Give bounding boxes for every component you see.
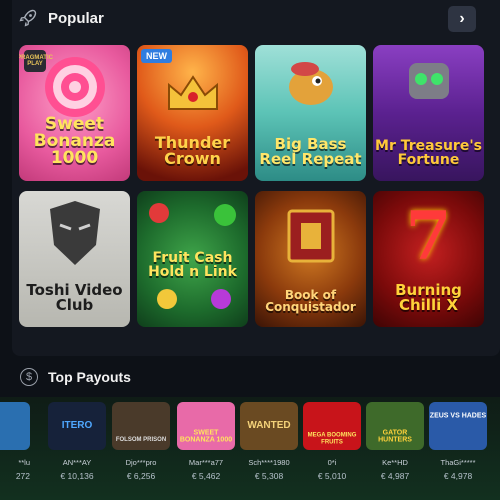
payout-item[interactable]: **lu 272 xyxy=(0,402,30,481)
payout-item[interactable]: SWEET BONANZA 1000 Mar***a77 € 5,462 xyxy=(177,402,235,481)
payout-item[interactable]: ZEUS VS HADES ThaGi***** € 4,978 xyxy=(429,402,487,481)
game-tile-book-of-conquistador[interactable]: Book of Conquistador xyxy=(255,191,366,327)
new-badge: NEW xyxy=(141,49,172,63)
payout-amount: € 10,136 xyxy=(60,471,94,481)
payout-game-label: SWEET BONANZA 1000 xyxy=(179,429,233,444)
payout-user: ThaGi***** xyxy=(440,458,476,467)
payout-item[interactable]: GATOR HUNTERS Ke**HD € 4,987 xyxy=(366,402,424,481)
payout-game-label: ZEUS VS HADES xyxy=(429,412,487,420)
rocket-icon xyxy=(18,8,38,28)
payout-item[interactable]: FOLSOM PRISON Djo***pro € 6,256 xyxy=(112,402,170,481)
game-title: Big Bass Reel Repeat xyxy=(259,135,362,168)
payout-game-label: WANTED xyxy=(247,419,291,431)
payout-game-thumb xyxy=(0,402,30,450)
payout-item[interactable]: MEGA BOOMING FRUITS 0*i € 5,010 xyxy=(303,402,361,481)
payout-item[interactable]: ITERO AN***AY € 10,136 xyxy=(48,402,106,481)
chevron-right-icon: › xyxy=(459,10,465,27)
dollar-coin-icon: $ xyxy=(20,368,38,386)
popular-next-button[interactable]: › xyxy=(448,6,476,32)
payout-game-label: FOLSOM PRISON xyxy=(115,437,167,444)
payout-amount: € 6,256 xyxy=(126,471,156,481)
payout-game-label: MEGA BOOMING FRUITS xyxy=(307,433,357,446)
top-payouts-strip: **lu 272 ITERO AN***AY € 10,136 FOLSOM P… xyxy=(0,397,500,500)
game-tile-burning-chilli-x[interactable]: 7 Burning Chilli X xyxy=(373,191,484,327)
payout-game-thumb: ZEUS VS HADES xyxy=(429,402,487,450)
game-title: Fruit Cash Hold n Link xyxy=(148,250,237,280)
payout-amount: € 5,308 xyxy=(254,471,284,481)
game-title: Sweet Bonanza 1000 xyxy=(33,114,116,168)
game-tile-sweet-bonanza-1000[interactable]: PRAGMATIC PLAY Sweet Bonanza 1000 xyxy=(19,45,130,181)
fish-art xyxy=(289,62,333,105)
game-tile-mr-treasures-fortune[interactable]: Mr Treasure's Fortune xyxy=(373,45,484,181)
book-art xyxy=(287,209,335,263)
game-tile-toshi-video-club[interactable]: Toshi Video Club xyxy=(19,191,130,327)
payout-user: Ke**HD xyxy=(382,458,408,467)
payout-amount: € 4,978 xyxy=(443,471,473,481)
payout-amount: € 5,010 xyxy=(317,471,347,481)
game-tile-big-bass-reel-repeat[interactable]: Big Bass Reel Repeat xyxy=(255,45,366,181)
game-title: Toshi Video Club xyxy=(26,281,123,314)
popular-header: Popular xyxy=(18,6,104,30)
payout-amount: € 4,987 xyxy=(380,471,410,481)
game-title: Mr Treasure's Fortune xyxy=(375,138,482,168)
payout-user: **lu xyxy=(18,458,30,467)
payout-game-thumb: WANTED xyxy=(240,402,298,450)
game-tile-thunder-crown[interactable]: NEW Thunder Crown xyxy=(137,45,248,181)
payout-game-label: GATOR HUNTERS xyxy=(378,429,412,444)
payout-game-label: ITERO xyxy=(61,419,93,431)
payout-game-thumb: FOLSOM PRISON xyxy=(112,402,170,450)
crown-art xyxy=(168,75,218,110)
top-payouts-title: Top Payouts xyxy=(48,369,131,385)
top-payouts-header: $ Top Payouts xyxy=(20,365,131,389)
payout-game-thumb: GATOR HUNTERS xyxy=(366,402,424,450)
payout-game-thumb: ITERO xyxy=(48,402,106,450)
payout-item[interactable]: WANTED Sch****1980 € 5,308 xyxy=(240,402,298,481)
game-title: Thunder Crown xyxy=(154,133,231,168)
payout-amount: 272 xyxy=(15,471,30,481)
payout-user: Sch****1980 xyxy=(248,458,290,467)
payout-game-thumb: SWEET BONANZA 1000 xyxy=(177,402,235,450)
treasure-robot-art xyxy=(409,63,449,99)
payout-user: AN***AY xyxy=(62,458,92,467)
game-title: Burning Chilli X xyxy=(395,281,462,314)
payout-game-thumb: MEGA BOOMING FRUITS xyxy=(303,402,361,450)
lollipop-art xyxy=(45,57,105,117)
game-title: Book of Conquistador xyxy=(265,288,356,314)
samurai-mask-art xyxy=(50,201,100,265)
seven-symbol-art: 7 xyxy=(405,197,452,275)
payout-amount: € 5,462 xyxy=(191,471,221,481)
popular-title: Popular xyxy=(48,9,104,27)
payout-user: 0*i xyxy=(327,458,337,467)
payout-user: Djo***pro xyxy=(125,458,157,467)
payout-user: Mar***a77 xyxy=(188,458,224,467)
game-tile-fruit-cash[interactable]: Fruit Cash Hold n Link xyxy=(137,191,248,327)
